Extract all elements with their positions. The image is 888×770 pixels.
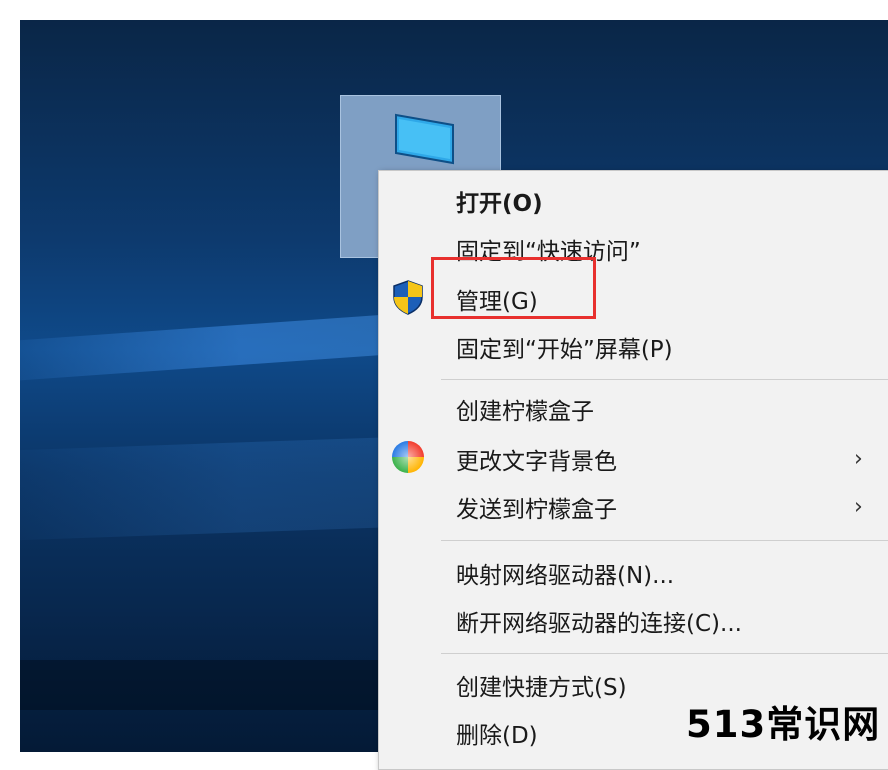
watermark-text: 513常识网 bbox=[686, 703, 881, 746]
menu-item-open-label: 打开(O) bbox=[456, 191, 543, 217]
menu-item-change-text-bg-label: 更改文字背景色 bbox=[456, 449, 617, 475]
submenu-arrow-icon: › bbox=[854, 494, 863, 520]
menu-item-pin-start[interactable]: 固定到“开始”屏幕(P) bbox=[379, 325, 888, 369]
submenu-arrow-icon: › bbox=[854, 446, 863, 472]
menu-item-change-text-bg[interactable]: 更改文字背景色 › bbox=[379, 437, 888, 481]
menu-separator bbox=[441, 653, 888, 654]
menu-item-create-shortcut-label: 创建快捷方式(S) bbox=[456, 675, 627, 701]
menu-item-pin-start-label: 固定到“开始”屏幕(P) bbox=[456, 337, 673, 363]
menu-item-map-network-drive[interactable]: 映射网络驱动器(N)... bbox=[379, 551, 888, 595]
menu-item-delete-label: 删除(D) bbox=[456, 723, 538, 749]
menu-separator bbox=[441, 540, 888, 541]
menu-item-open[interactable]: 打开(O) bbox=[379, 179, 888, 223]
uac-shield-icon bbox=[391, 279, 425, 319]
menu-item-map-network-drive-label: 映射网络驱动器(N)... bbox=[456, 563, 675, 589]
monitor-icon bbox=[395, 113, 454, 165]
menu-item-disconnect-network-drive[interactable]: 断开网络驱动器的连接(C)... bbox=[379, 599, 888, 643]
menu-item-send-to-lemon-box-label: 发送到柠檬盒子 bbox=[456, 497, 617, 523]
annotation-highlight-box bbox=[431, 257, 596, 319]
menu-separator bbox=[441, 379, 888, 380]
menu-item-send-to-lemon-box[interactable]: 发送到柠檬盒子 › bbox=[379, 485, 888, 529]
color-wheel-icon bbox=[391, 440, 425, 478]
menu-item-disconnect-network-drive-label: 断开网络驱动器的连接(C)... bbox=[456, 611, 742, 637]
menu-item-create-lemon-box-label: 创建柠檬盒子 bbox=[456, 399, 594, 425]
menu-item-create-lemon-box[interactable]: 创建柠檬盒子 bbox=[379, 387, 888, 431]
